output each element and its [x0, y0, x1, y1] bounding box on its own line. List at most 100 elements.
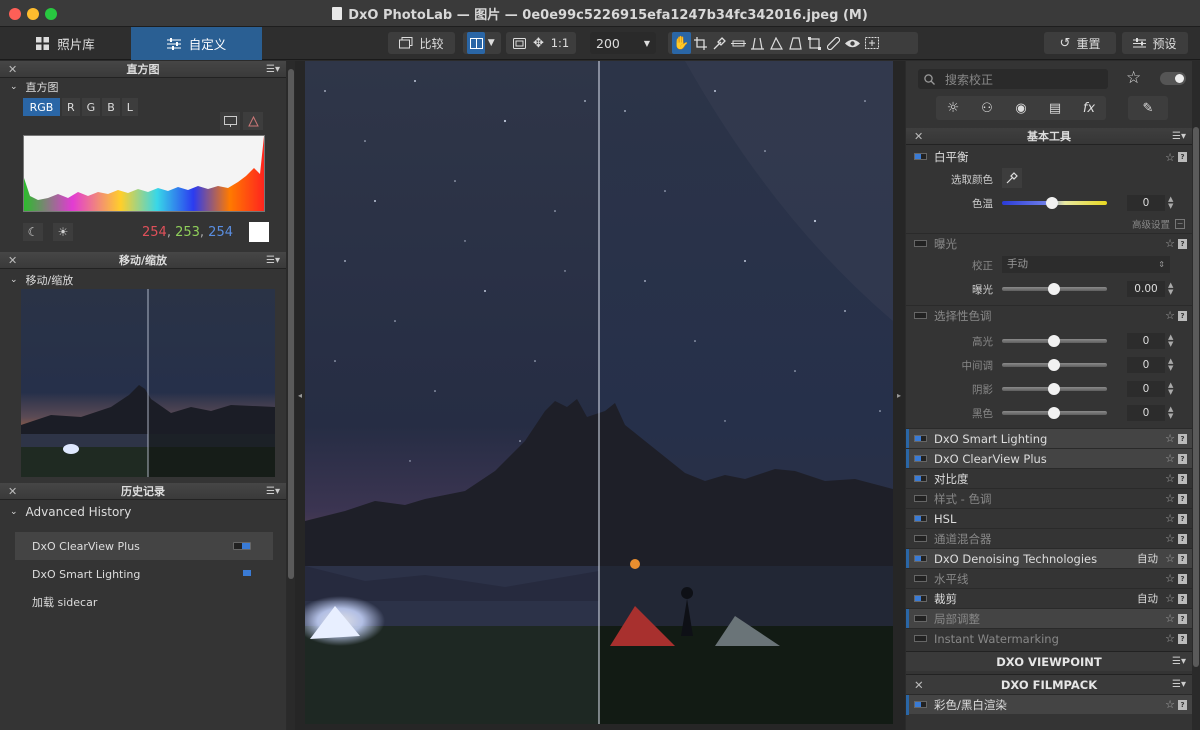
midtones-value[interactable]: 0: [1127, 357, 1165, 373]
left-panel-scrollbar[interactable]: [287, 61, 295, 730]
watermark-tool-button[interactable]: [862, 32, 881, 54]
help-icon[interactable]: ?: [1178, 574, 1187, 584]
red-eye-tool-button[interactable]: [843, 32, 862, 54]
minimize-window-button[interactable]: [27, 8, 39, 20]
stepper-icon[interactable]: ▲ ▼: [1168, 282, 1173, 296]
crop-tool-button[interactable]: [691, 32, 710, 54]
perspective-tool-button[interactable]: [748, 32, 767, 54]
detail-palette-icon[interactable]: ◉: [1004, 96, 1038, 120]
scrollbar-thumb[interactable]: [288, 69, 294, 579]
close-icon[interactable]: ✕: [914, 678, 924, 692]
star-icon[interactable]: ☆: [1165, 237, 1175, 250]
tool-toggle[interactable]: [914, 312, 927, 319]
toggle-switch[interactable]: [1160, 72, 1186, 85]
panel-menu-icon[interactable]: ☰▾: [1172, 656, 1186, 667]
tool-style-tone[interactable]: 样式 - 色调 ☆?: [906, 488, 1192, 508]
channel-r[interactable]: R: [62, 98, 80, 116]
custom-palette-icon[interactable]: ✎: [1128, 96, 1168, 120]
slider-knob[interactable]: [1048, 383, 1060, 395]
star-icon[interactable]: ☆: [1165, 432, 1175, 445]
tool-horizon[interactable]: 水平线 ☆?: [906, 568, 1192, 588]
stepper-icon[interactable]: ▲ ▼: [1168, 334, 1173, 348]
help-icon[interactable]: ?: [1178, 534, 1187, 544]
collapse-icon[interactable]: −: [1175, 219, 1185, 229]
tool-white-balance[interactable]: 白平衡 ☆?: [906, 147, 1192, 167]
channel-rgb[interactable]: RGB: [23, 98, 60, 116]
scrollbar-thumb[interactable]: [1193, 127, 1199, 667]
transform-tool-button[interactable]: [805, 32, 824, 54]
reset-button[interactable]: ↺ 重置: [1044, 32, 1116, 54]
hand-tool-button[interactable]: ✋: [672, 32, 691, 54]
tool-toggle[interactable]: [914, 575, 927, 582]
sun-icon[interactable]: ☀: [53, 223, 73, 241]
panel-menu-icon[interactable]: ☰▾: [266, 255, 280, 266]
stepper-icon[interactable]: ▲ ▼: [1168, 196, 1173, 210]
night-mode-icon[interactable]: ☾: [23, 223, 43, 241]
star-icon[interactable]: ☆: [1165, 552, 1175, 565]
tool-toggle[interactable]: [914, 495, 927, 502]
help-icon[interactable]: ?: [1178, 700, 1187, 710]
help-icon[interactable]: ?: [1178, 311, 1187, 321]
tool-color-bw-rendering[interactable]: 彩色/黑白渲染 ☆?: [906, 694, 1192, 715]
tool-hsl[interactable]: HSL ☆?: [906, 508, 1192, 528]
panel-menu-icon[interactable]: ☰▾: [1172, 131, 1186, 142]
tab-library[interactable]: 照片库: [0, 27, 131, 60]
exposure-slider[interactable]: [1002, 283, 1107, 295]
temperature-slider[interactable]: [1002, 197, 1107, 209]
tool-smart-lighting[interactable]: DxO Smart Lighting ☆?: [906, 428, 1192, 449]
channel-l[interactable]: L: [121, 98, 138, 116]
slider-knob[interactable]: [1046, 197, 1058, 209]
history-toggle[interactable]: [233, 570, 251, 578]
slider-knob[interactable]: [1048, 407, 1060, 419]
tool-toggle[interactable]: [914, 701, 927, 708]
history-toggle[interactable]: [233, 542, 251, 550]
tab-customize[interactable]: 自定义: [131, 27, 262, 60]
tool-toggle[interactable]: [914, 615, 927, 622]
horizon-tool-button[interactable]: [729, 32, 748, 54]
star-icon[interactable]: ☆: [1165, 592, 1175, 605]
photo-preview[interactable]: [305, 61, 893, 724]
move-subheader[interactable]: ⌄ 移动/缩放: [0, 271, 73, 288]
search-input[interactable]: 搜索校正: [918, 69, 1108, 89]
light-palette-icon[interactable]: ☼: [936, 96, 970, 120]
local-adjust-tool-button[interactable]: [767, 32, 786, 54]
help-icon[interactable]: ?: [1178, 239, 1187, 249]
midtones-slider[interactable]: [1002, 359, 1107, 371]
eyedropper-button[interactable]: [1002, 168, 1022, 188]
stepper-icon[interactable]: ▲ ▼: [1168, 406, 1173, 420]
close-icon[interactable]: ✕: [8, 63, 17, 76]
star-icon[interactable]: ☆: [1165, 309, 1175, 322]
slider-knob[interactable]: [1048, 283, 1060, 295]
navigator-thumbnail[interactable]: [21, 289, 275, 477]
help-icon[interactable]: ?: [1178, 634, 1187, 644]
help-icon[interactable]: ?: [1178, 454, 1187, 464]
slider-knob[interactable]: [1048, 359, 1060, 371]
star-icon[interactable]: ☆: [1165, 512, 1175, 525]
shadows-value[interactable]: 0: [1127, 381, 1165, 397]
panel-menu-icon[interactable]: ☰▾: [266, 486, 280, 497]
star-icon[interactable]: ☆: [1165, 452, 1175, 465]
tool-toggle[interactable]: [914, 535, 927, 542]
help-icon[interactable]: ?: [1178, 494, 1187, 504]
channel-b[interactable]: B: [102, 98, 120, 116]
help-icon[interactable]: ?: [1178, 434, 1187, 444]
left-panel-toggle-icon[interactable]: ◂: [298, 391, 302, 400]
history-item[interactable]: 加载 sidecar: [15, 588, 273, 616]
star-icon[interactable]: ☆: [1165, 151, 1175, 164]
star-icon[interactable]: ☆: [1165, 532, 1175, 545]
tool-toggle[interactable]: [914, 595, 927, 602]
compare-button[interactable]: 比较: [388, 32, 455, 54]
tool-toggle[interactable]: [914, 475, 927, 482]
geometry-palette-icon[interactable]: ▤: [1038, 96, 1072, 120]
tool-toggle[interactable]: [914, 455, 927, 462]
tool-toggle[interactable]: [914, 240, 927, 247]
image-viewer[interactable]: ◂ ▸: [295, 61, 905, 730]
help-icon[interactable]: ?: [1178, 594, 1187, 604]
star-icon[interactable]: ☆: [1165, 612, 1175, 625]
tool-toggle[interactable]: [914, 555, 927, 562]
tool-crop[interactable]: 裁剪 自动 ☆?: [906, 588, 1192, 608]
channel-g[interactable]: G: [81, 98, 101, 116]
history-item[interactable]: DxO Smart Lighting: [15, 560, 273, 588]
tool-contrast[interactable]: 对比度 ☆?: [906, 468, 1192, 488]
tool-toggle[interactable]: [914, 153, 927, 160]
